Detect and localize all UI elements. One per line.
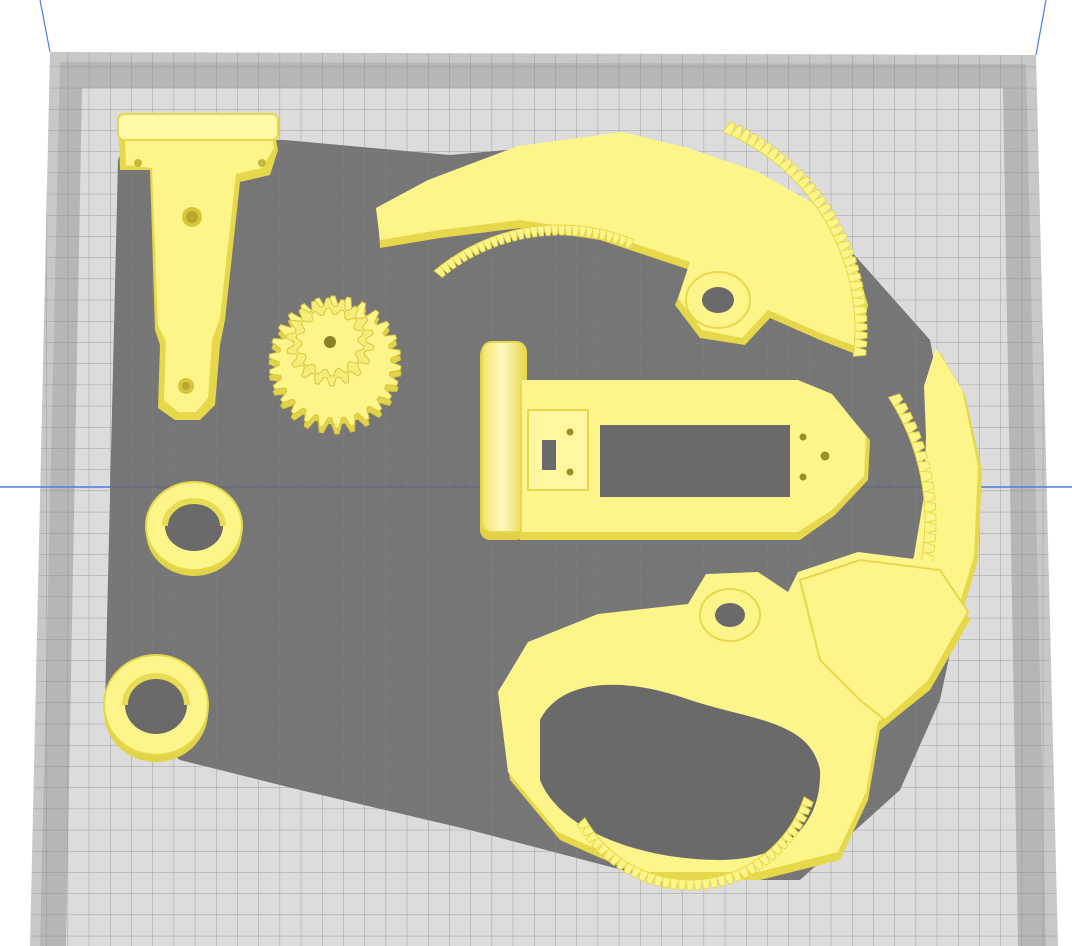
washer-ring-lower[interactable] bbox=[103, 654, 209, 762]
build-plate-scene[interactable] bbox=[0, 0, 1072, 946]
washer-ring-upper[interactable] bbox=[145, 481, 243, 576]
right-edge-axis bbox=[1035, 0, 1047, 56]
left-edge-axis bbox=[39, 0, 51, 53]
build-plate-viewport[interactable] bbox=[0, 0, 1072, 946]
frame-icon bbox=[481, 341, 527, 533]
